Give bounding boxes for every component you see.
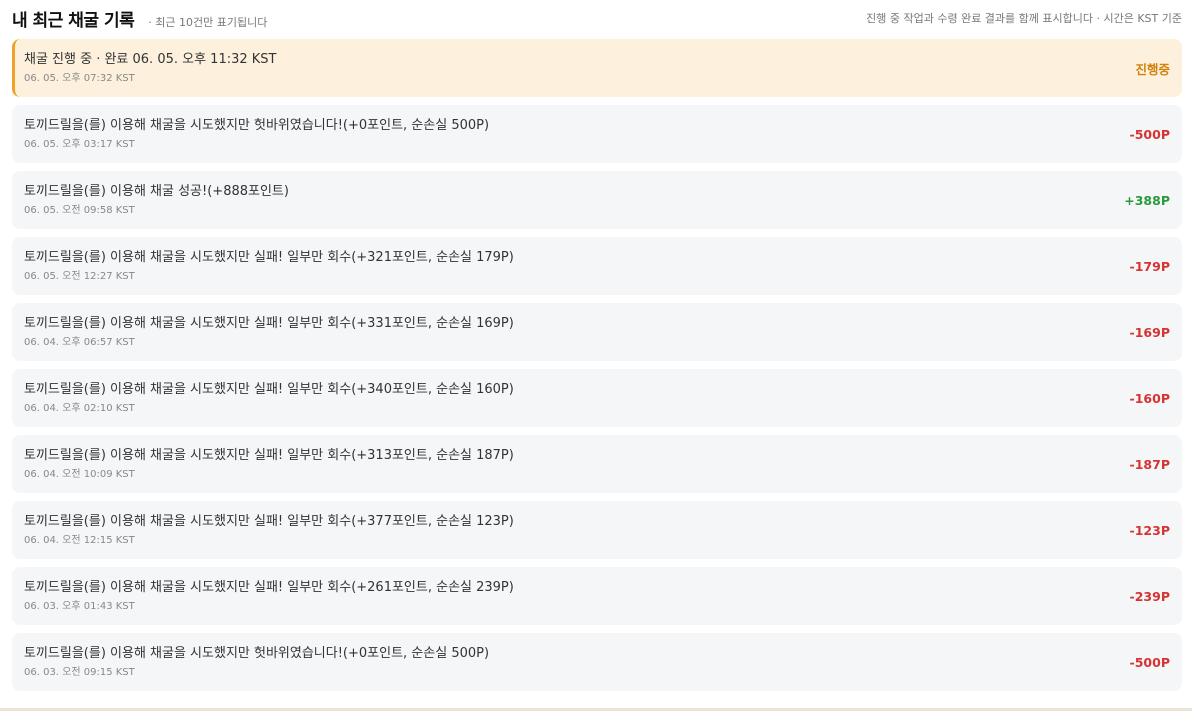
record-text: 토끼드릴을(를) 이용해 채굴을 시도했지만 헛바위였습니다!(+0포인트, 순… [24, 645, 489, 679]
record-message: 채굴 진행 중 · 완료 06. 05. 오후 11:32 KST [24, 52, 277, 67]
record-timestamp: 06. 03. 오후 01:43 KST [24, 601, 135, 612]
record-row: 토끼드릴을(를) 이용해 채굴을 시도했지만 실패! 일부만 회수(+377포인… [12, 501, 1182, 559]
record-row-in-progress: 채굴 진행 중 · 완료 06. 05. 오후 11:32 KST 06. 05.… [12, 39, 1182, 97]
record-timestamp: 06. 05. 오후 03:17 KST [24, 139, 135, 150]
record-timestamp: 06. 04. 오후 02:10 KST [24, 403, 135, 414]
page-subtitle: · 최근 10건만 표기됩니다 [148, 15, 268, 29]
record-message: 토끼드릴을(를) 이용해 채굴을 시도했지만 실패! 일부만 회수(+313포인… [24, 448, 514, 463]
record-row: 토끼드릴을(를) 이용해 채굴을 시도했지만 실패! 일부만 회수(+261포인… [12, 567, 1182, 625]
record-amount: -239P [1129, 588, 1170, 604]
mining-history-panel: 내 최근 채굴 기록 · 최근 10건만 표기됩니다 진행 중 작업과 수령 완… [0, 0, 1192, 711]
record-message: 토끼드릴을(를) 이용해 채굴을 시도했지만 실패! 일부만 회수(+331포인… [24, 316, 514, 331]
record-text: 토끼드릴을(를) 이용해 채굴 성공!(+888포인트) 06. 05. 오전 0… [24, 183, 289, 217]
record-amount: -123P [1129, 522, 1170, 538]
panel-header: 내 최근 채굴 기록 · 최근 10건만 표기됩니다 진행 중 작업과 수령 완… [12, 4, 1182, 32]
record-message: 토끼드릴을(를) 이용해 채굴을 시도했지만 실패! 일부만 회수(+377포인… [24, 514, 514, 529]
record-row: 토끼드릴을(를) 이용해 채굴을 시도했지만 헛바위였습니다!(+0포인트, 순… [12, 105, 1182, 163]
record-timestamp: 06. 04. 오전 12:15 KST [24, 535, 135, 546]
record-amount: -500P [1129, 654, 1170, 670]
record-text: 채굴 진행 중 · 완료 06. 05. 오후 11:32 KST 06. 05.… [24, 51, 277, 85]
header-note: 진행 중 작업과 수령 완료 결과를 함께 표시합니다 · 시간은 KST 기준 [866, 12, 1182, 25]
record-timestamp: 06. 05. 오전 12:27 KST [24, 271, 135, 282]
record-timestamp: 06. 04. 오전 10:09 KST [24, 469, 135, 480]
record-row: 토끼드릴을(를) 이용해 채굴 성공!(+888포인트) 06. 05. 오전 0… [12, 171, 1182, 229]
record-row: 토끼드릴을(를) 이용해 채굴을 시도했지만 실패! 일부만 회수(+321포인… [12, 237, 1182, 295]
record-amount: -169P [1129, 324, 1170, 340]
record-message: 토끼드릴을(를) 이용해 채굴을 시도했지만 실패! 일부만 회수(+340포인… [24, 382, 514, 397]
record-amount: -500P [1129, 126, 1170, 142]
record-text: 토끼드릴을(를) 이용해 채굴을 시도했지만 실패! 일부만 회수(+331포인… [24, 315, 514, 349]
record-amount: -187P [1129, 456, 1170, 472]
record-status-badge: 진행중 [1135, 61, 1170, 77]
page-title: 내 최근 채굴 기록 [12, 10, 135, 31]
record-timestamp: 06. 04. 오후 06:57 KST [24, 337, 135, 348]
record-text: 토끼드릴을(를) 이용해 채굴을 시도했지만 실패! 일부만 회수(+340포인… [24, 381, 514, 415]
record-text: 토끼드릴을(를) 이용해 채굴을 시도했지만 실패! 일부만 회수(+377포인… [24, 513, 514, 547]
record-text: 토끼드릴을(를) 이용해 채굴을 시도했지만 실패! 일부만 회수(+313포인… [24, 447, 514, 481]
record-timestamp: 06. 05. 오후 07:32 KST [24, 73, 135, 84]
record-message: 토끼드릴을(를) 이용해 채굴을 시도했지만 실패! 일부만 회수(+261포인… [24, 580, 514, 595]
record-amount: +388P [1124, 192, 1170, 208]
record-message: 토끼드릴을(를) 이용해 채굴을 시도했지만 헛바위였습니다!(+0포인트, 순… [24, 646, 490, 661]
record-text: 토끼드릴을(를) 이용해 채굴을 시도했지만 실패! 일부만 회수(+261포인… [24, 579, 514, 613]
record-timestamp: 06. 03. 오전 09:15 KST [24, 667, 135, 678]
record-row: 토끼드릴을(를) 이용해 채굴을 시도했지만 실패! 일부만 회수(+313포인… [12, 435, 1182, 493]
record-message: 토끼드릴을(를) 이용해 채굴을 시도했지만 실패! 일부만 회수(+321포인… [24, 250, 514, 265]
record-message: 토끼드릴을(를) 이용해 채굴 성공!(+888포인트) [24, 184, 289, 199]
record-timestamp: 06. 05. 오전 09:58 KST [24, 205, 135, 216]
record-row: 토끼드릴을(를) 이용해 채굴을 시도했지만 실패! 일부만 회수(+331포인… [12, 303, 1182, 361]
record-row: 토끼드릴을(를) 이용해 채굴을 시도했지만 실패! 일부만 회수(+340포인… [12, 369, 1182, 427]
record-row: 토끼드릴을(를) 이용해 채굴을 시도했지만 헛바위였습니다!(+0포인트, 순… [12, 633, 1182, 691]
record-amount: -160P [1129, 390, 1170, 406]
record-amount: -179P [1129, 258, 1170, 274]
record-list: 채굴 진행 중 · 완료 06. 05. 오후 11:32 KST 06. 05.… [12, 39, 1182, 699]
record-text: 토끼드릴을(를) 이용해 채굴을 시도했지만 실패! 일부만 회수(+321포인… [24, 249, 514, 283]
header-left: 내 최근 채굴 기록 · 최근 10건만 표기됩니다 [12, 6, 267, 31]
record-message: 토끼드릴을(를) 이용해 채굴을 시도했지만 헛바위였습니다!(+0포인트, 순… [24, 118, 490, 133]
record-text: 토끼드릴을(를) 이용해 채굴을 시도했지만 헛바위였습니다!(+0포인트, 순… [24, 117, 489, 151]
